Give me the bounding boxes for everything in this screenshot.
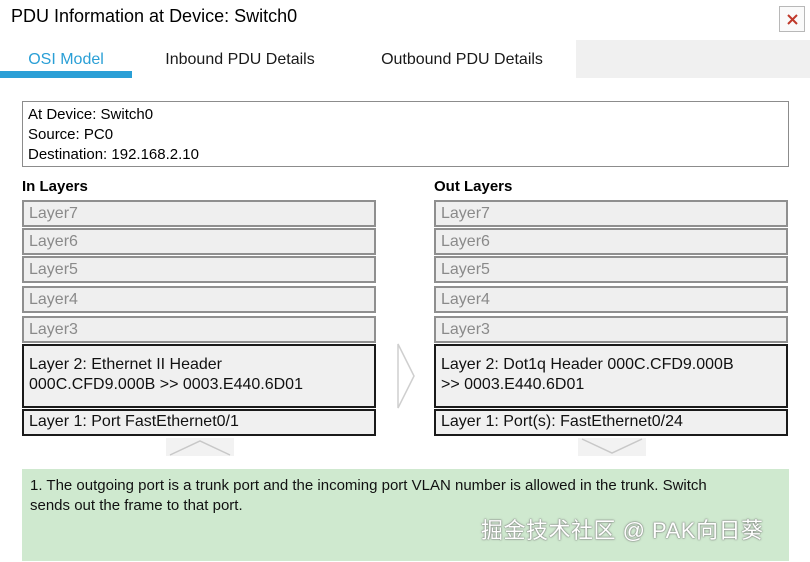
- tab-inbound-pdu-details[interactable]: Inbound PDU Details: [140, 40, 340, 80]
- out-layer-2-title: Layer 2: Dot1q Header 000C.CFD9.000B: [441, 356, 734, 373]
- scroll-down-arrow-icon[interactable]: [578, 438, 646, 456]
- out-layer-3[interactable]: Layer3: [434, 316, 788, 343]
- tab-bar-filler: [576, 40, 810, 78]
- in-layer-5[interactable]: Layer5: [22, 256, 376, 283]
- tab-outbound-pdu-details[interactable]: Outbound PDU Details: [356, 40, 568, 80]
- in-layer-1[interactable]: Layer 1: Port FastEthernet0/1: [22, 409, 376, 436]
- in-layer-6[interactable]: Layer6: [22, 228, 376, 255]
- out-layer-6[interactable]: Layer6: [434, 228, 788, 255]
- device-info-box: At Device: Switch0 Source: PC0 Destinati…: [22, 101, 789, 167]
- chevron-right-icon: [397, 343, 415, 409]
- out-layer-2-addresses: >> 0003.E440.6D01: [441, 376, 585, 393]
- title-bar: PDU Information at Device: Switch0: [0, 0, 810, 38]
- window-title: PDU Information at Device: Switch0: [11, 6, 298, 26]
- device-line: At Device: Switch0: [28, 106, 154, 123]
- in-layer-7[interactable]: Layer7: [22, 200, 376, 227]
- in-layer-2[interactable]: Layer 2: Ethernet II Header 000C.CFD9.00…: [22, 344, 376, 408]
- source-line: Source: PC0: [28, 126, 114, 143]
- close-button[interactable]: [779, 6, 805, 32]
- message-line-1: 1. The outgoing port is a trunk port and…: [30, 477, 707, 494]
- in-layer-2-addresses: 000C.CFD9.000B >> 0003.E440.6D01: [29, 376, 303, 393]
- out-layer-2[interactable]: Layer 2: Dot1q Header 000C.CFD9.000B >> …: [434, 344, 788, 408]
- out-layer-7[interactable]: Layer7: [434, 200, 788, 227]
- out-layer-5[interactable]: Layer5: [434, 256, 788, 283]
- in-layer-3[interactable]: Layer3: [22, 316, 376, 343]
- scroll-up-arrow-icon[interactable]: [166, 438, 234, 456]
- out-layer-1[interactable]: Layer 1: Port(s): FastEthernet0/24: [434, 409, 788, 436]
- watermark: 掘金技术社区 @ PAK向日葵: [481, 518, 764, 543]
- in-layers-heading: In Layers: [22, 178, 88, 195]
- in-layer-2-title: Layer 2: Ethernet II Header: [29, 356, 222, 373]
- active-tab-indicator: [0, 71, 132, 78]
- out-layers-heading: Out Layers: [434, 178, 513, 195]
- out-layer-4[interactable]: Layer4: [434, 286, 788, 313]
- in-layer-4[interactable]: Layer4: [22, 286, 376, 313]
- close-icon: [787, 14, 798, 25]
- destination-line: Destination: 192.168.2.10: [28, 146, 199, 163]
